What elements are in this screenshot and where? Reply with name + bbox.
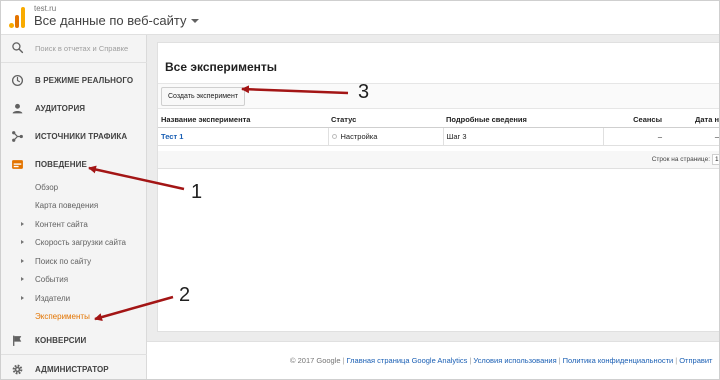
flag-icon (13, 335, 22, 346)
sidebar-item-conversions[interactable]: КОНВЕРСИИ (1, 326, 147, 354)
sidebar-subitem-label: Контент сайта (35, 220, 88, 229)
sidebar-item-label: В РЕЖИМЕ РЕАЛЬНОГО (35, 76, 134, 85)
experiments-panel: Все эксперименты Создать эксперимент Наз… (157, 42, 719, 332)
sidebar-item-admin[interactable]: АДМИНИСТРАТОР (1, 355, 147, 379)
column-header-name[interactable]: Название эксперимента (158, 113, 328, 128)
experiment-status-cell: Настройка (327, 127, 443, 146)
sidebar-subitem-label: Эксперименты (35, 312, 90, 321)
sidebar-subitem-label: Скорость загрузки сайта (35, 238, 126, 247)
window: test.ru Все данные по веб-сайту В РЕЖИМЕ… (0, 0, 720, 380)
create-experiment-button[interactable]: Создать эксперимент (161, 87, 246, 106)
sidebar-item-acquisition[interactable]: ИСТОЧНИКИ ТРАФИКА (1, 122, 147, 150)
footer-link-feedback[interactable]: Отправит (679, 356, 712, 365)
copyright: © 2017 Google (290, 356, 341, 365)
behavior-icon (12, 160, 23, 169)
experiment-date-cell: – (665, 127, 719, 146)
sidebar-subitem-events[interactable]: События (1, 271, 147, 289)
column-header-details[interactable]: Подробные сведения (443, 113, 603, 128)
experiment-sessions-cell: – (602, 127, 665, 146)
sidebar-subitem-overview[interactable]: Обзор (1, 179, 147, 197)
experiment-details-cell: Шаг 3 (442, 127, 603, 146)
analytics-logo-icon[interactable] (9, 6, 25, 28)
experiment-link[interactable]: Тест 1 (161, 132, 183, 141)
expand-arrow-icon (21, 259, 24, 263)
expand-arrow-icon (21, 222, 24, 226)
column-header-sessions[interactable]: Сеансы (603, 113, 665, 128)
sidebar-subitem-label: Поиск по сайту (35, 257, 92, 266)
property-selector[interactable]: Все данные по веб-сайту (34, 13, 200, 28)
experiments-table: Название эксперимента Статус Подробные с… (158, 113, 719, 146)
search-icon (12, 42, 24, 54)
sidebar-subitem-site-speed[interactable]: Скорость загрузки сайта (1, 234, 147, 252)
annotation-label-1: 1 (191, 181, 203, 203)
sidebar-subitem-label: Карта поведения (35, 201, 99, 210)
pagination-bar: Строк на странице: 1 (158, 151, 719, 169)
search-input[interactable] (35, 41, 141, 55)
footer-link-privacy[interactable]: Политика конфиденциальности (563, 356, 674, 365)
rows-per-page-label: Строк на странице: (651, 156, 710, 163)
sidebar-subitem-label: Обзор (35, 183, 59, 192)
sidebar-item-label: АДМИНИСТРАТОР (35, 365, 109, 374)
sidebar-item-label: ИСТОЧНИКИ ТРАФИКА (35, 132, 128, 141)
column-header-status[interactable]: Статус (328, 113, 443, 128)
column-header-date[interactable]: Дата н (665, 113, 719, 128)
sidebar: В РЕЖИМЕ РЕАЛЬНОГО АУДИТОРИЯ ИСТОЧНИКИ Т… (1, 35, 147, 379)
experiment-status: Настройка (340, 131, 378, 141)
table-header-row: Название эксперимента Статус Подробные с… (158, 113, 719, 128)
annotation-label-2: 2 (179, 284, 191, 306)
sidebar-item-label: АУДИТОРИЯ (35, 104, 86, 113)
sidebar-item-realtime[interactable]: В РЕЖИМЕ РЕАЛЬНОГО (1, 66, 147, 94)
annotation-label-3: 3 (358, 81, 370, 103)
expand-arrow-icon (21, 296, 24, 300)
toolbar: Создать эксперимент (158, 83, 719, 109)
sidebar-subitem-publishers[interactable]: Издатели (1, 290, 147, 308)
sidebar-item-label: КОНВЕРСИИ (35, 336, 87, 345)
sidebar-subitem-behavior-flow[interactable]: Карта поведения (1, 197, 147, 215)
sidebar-subitem-site-search[interactable]: Поиск по сайту (1, 253, 147, 271)
footer-link-home[interactable]: Главная страница Google Analytics (347, 356, 468, 365)
sidebar-subitem-experiments[interactable]: Эксперименты (1, 308, 147, 326)
caret-down-icon (191, 18, 200, 23)
sidebar-item-behavior[interactable]: ПОВЕДЕНИЕ (1, 150, 147, 178)
footer-text: © 2017 Google | Главная страница Google An… (290, 356, 713, 365)
expand-arrow-icon (21, 240, 24, 244)
footer: © 2017 Google | Главная страница Google An… (147, 341, 719, 379)
expand-arrow-icon (21, 277, 24, 281)
site-url: test.ru (34, 4, 57, 13)
top-header: test.ru Все данные по веб-сайту (1, 1, 719, 35)
sidebar-subitem-site-content[interactable]: Контент сайта (1, 216, 147, 234)
acquisition-icon (12, 131, 23, 142)
divider (1, 62, 147, 63)
sidebar-item-audience[interactable]: АУДИТОРИЯ (1, 94, 147, 122)
person-icon (12, 103, 23, 114)
sidebar-item-label: ПОВЕДЕНИЕ (35, 160, 87, 169)
sidebar-search (1, 35, 147, 62)
rows-per-page-select[interactable]: 1 (712, 154, 719, 165)
gear-icon (12, 364, 23, 375)
property-name: Все данные по веб-сайту (34, 13, 187, 28)
status-dot-icon (331, 134, 337, 140)
table-row: Тест 1 Настройка Шаг 3 – – (158, 127, 719, 146)
sidebar-subitem-label: Издатели (35, 294, 71, 303)
footer-link-terms[interactable]: Условия использования (473, 356, 556, 365)
sidebar-subitem-label: События (35, 275, 69, 284)
experiment-name-cell: Тест 1 (158, 127, 328, 146)
page-title: Все эксперименты (165, 60, 278, 74)
clock-icon (11, 74, 24, 87)
main-content: Все эксперименты Создать эксперимент Наз… (147, 35, 719, 379)
